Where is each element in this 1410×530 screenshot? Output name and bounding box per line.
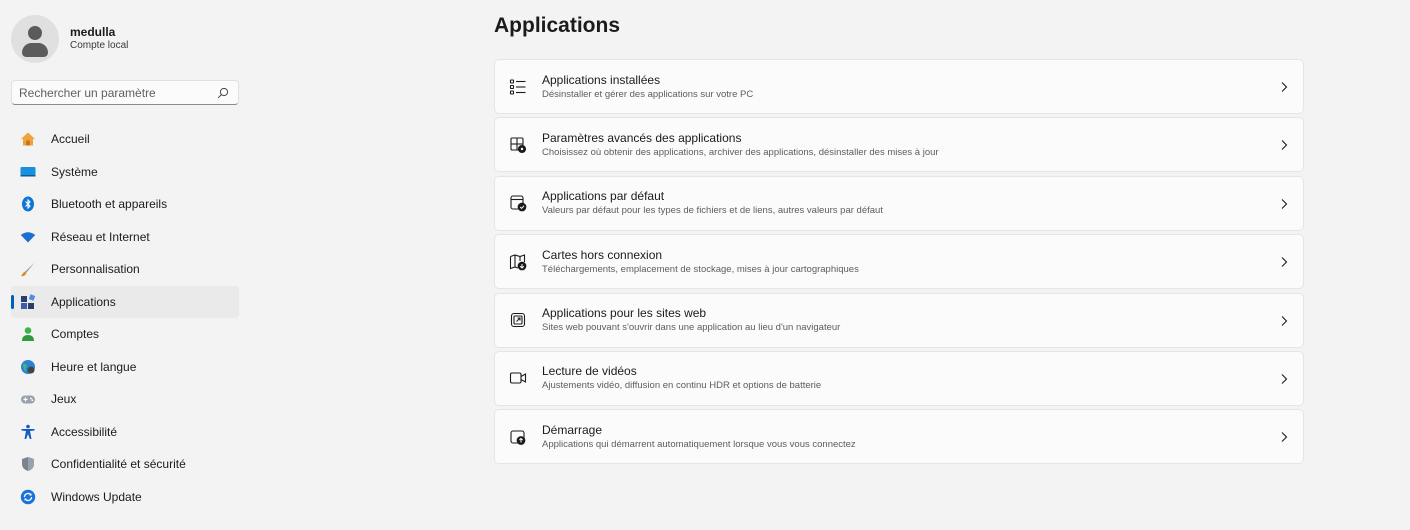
card-offline-maps[interactable]: Cartes hors connexion Téléchargements, e… bbox=[494, 234, 1304, 290]
sidebar-nav: Accueil Système Bluetooth et appareils R… bbox=[0, 123, 250, 513]
sidebar-item-label: Applications bbox=[51, 294, 116, 309]
accounts-icon bbox=[20, 326, 36, 342]
card-subtitle: Applications qui démarrent automatiqueme… bbox=[542, 438, 856, 450]
time-language-icon bbox=[20, 359, 36, 375]
card-default-apps[interactable]: Applications par défaut Valeurs par défa… bbox=[494, 175, 1304, 231]
card-subtitle: Désinstaller et gérer des applications s… bbox=[542, 88, 754, 100]
sidebar-item-applications[interactable]: Applications bbox=[11, 285, 239, 318]
sidebar-item-label: Confidentialité et sécurité bbox=[51, 457, 186, 472]
settings-search-box bbox=[11, 80, 239, 105]
sidebar-item-accessibilite[interactable]: Accessibilité bbox=[11, 416, 239, 449]
search-input[interactable] bbox=[19, 85, 217, 100]
sidebar-item-label: Accessibilité bbox=[51, 424, 118, 439]
sidebar-item-label: Jeux bbox=[51, 392, 77, 407]
sidebar-item-label: Windows Update bbox=[51, 489, 142, 504]
accessibility-icon bbox=[20, 424, 36, 440]
sidebar-item-label: Système bbox=[51, 164, 98, 179]
chevron-right-icon bbox=[1281, 198, 1288, 209]
profile-account-type: Compte local bbox=[70, 40, 129, 51]
card-title: Démarrage bbox=[542, 422, 603, 437]
chevron-right-icon bbox=[1281, 140, 1288, 151]
apps-icon bbox=[20, 294, 36, 310]
sidebar-item-personnalisation[interactable]: Personnalisation bbox=[11, 253, 239, 286]
card-subtitle: Sites web pouvant s'ouvrir dans une appl… bbox=[542, 322, 841, 334]
sidebar-item-label: Bluetooth et appareils bbox=[51, 197, 168, 212]
chevron-right-icon bbox=[1281, 257, 1288, 268]
default-apps-icon bbox=[508, 193, 528, 213]
sidebar-item-accueil[interactable]: Accueil bbox=[11, 123, 239, 156]
card-advanced-app-settings[interactable]: Paramètres avancés des applications Choi… bbox=[494, 117, 1304, 173]
windows-update-icon bbox=[20, 489, 36, 505]
sidebar-item-label: Réseau et Internet bbox=[51, 229, 150, 244]
sidebar-item-heure-langue[interactable]: Heure et langue bbox=[11, 351, 239, 384]
sidebar-item-label: Heure et langue bbox=[51, 359, 137, 374]
sidebar-item-label: Comptes bbox=[51, 327, 100, 342]
shield-icon bbox=[20, 456, 36, 472]
sidebar-item-systeme[interactable]: Système bbox=[11, 156, 239, 189]
card-title: Cartes hors connexion bbox=[542, 247, 663, 262]
search-icon[interactable] bbox=[217, 87, 229, 99]
system-icon bbox=[20, 164, 36, 180]
card-title: Applications pour les sites web bbox=[542, 306, 707, 321]
card-subtitle: Valeurs par défaut pour les types de fic… bbox=[542, 205, 883, 217]
sidebar-item-bluetooth[interactable]: Bluetooth et appareils bbox=[11, 188, 239, 221]
card-title: Paramètres avancés des applications bbox=[542, 130, 742, 145]
card-apps-for-websites[interactable]: Applications pour les sites web Sites we… bbox=[494, 292, 1304, 348]
sidebar-item-comptes[interactable]: Comptes bbox=[11, 318, 239, 351]
active-indicator bbox=[11, 294, 14, 309]
avatar bbox=[11, 15, 59, 63]
card-title: Lecture de vidéos bbox=[542, 364, 637, 379]
page-title: Applications bbox=[494, 14, 621, 37]
card-subtitle: Choisissez où obtenir des applications, … bbox=[542, 146, 939, 158]
chevron-right-icon bbox=[1281, 374, 1288, 384]
card-installed-apps[interactable]: Applications installées Désinstaller et … bbox=[494, 59, 1304, 114]
gamepad-icon bbox=[20, 391, 36, 407]
profile-name: medulla bbox=[70, 25, 116, 39]
brush-icon bbox=[20, 261, 36, 277]
video-playback-icon bbox=[508, 368, 528, 388]
apps-for-websites-icon bbox=[508, 310, 528, 330]
sidebar-item-label: Accueil bbox=[51, 132, 90, 147]
chevron-right-icon bbox=[1281, 315, 1288, 326]
card-title: Applications par défaut bbox=[542, 189, 665, 204]
sidebar-item-windows-update[interactable]: Windows Update bbox=[11, 481, 239, 514]
sidebar-item-confidentialite[interactable]: Confidentialité et sécurité bbox=[11, 448, 239, 481]
network-icon bbox=[20, 229, 36, 245]
offline-maps-icon bbox=[508, 252, 528, 272]
advanced-app-settings-icon bbox=[508, 135, 528, 155]
user-profile[interactable]: medulla Compte local bbox=[11, 15, 128, 63]
card-video-playback[interactable]: Lecture de vidéos Ajustements vidéo, dif… bbox=[494, 350, 1304, 406]
bluetooth-icon bbox=[20, 196, 36, 212]
chevron-right-icon bbox=[1281, 432, 1288, 443]
startup-icon bbox=[508, 427, 528, 447]
home-icon bbox=[20, 131, 36, 147]
sidebar: medulla Compte local Accueil bbox=[0, 0, 250, 530]
chevron-right-icon bbox=[1281, 82, 1288, 92]
sidebar-item-reseau[interactable]: Réseau et Internet bbox=[11, 221, 239, 254]
sidebar-item-label: Personnalisation bbox=[51, 262, 140, 277]
card-startup[interactable]: Démarrage Applications qui démarrent aut… bbox=[494, 409, 1304, 465]
settings-card-list: Applications installées Désinstaller et … bbox=[494, 59, 1304, 468]
card-title: Applications installées bbox=[542, 72, 661, 87]
sidebar-item-jeux[interactable]: Jeux bbox=[11, 383, 239, 416]
card-subtitle: Ajustements vidéo, diffusion en continu … bbox=[542, 380, 822, 392]
installed-apps-icon bbox=[508, 77, 528, 97]
card-subtitle: Téléchargements, emplacement de stockage… bbox=[542, 263, 859, 275]
